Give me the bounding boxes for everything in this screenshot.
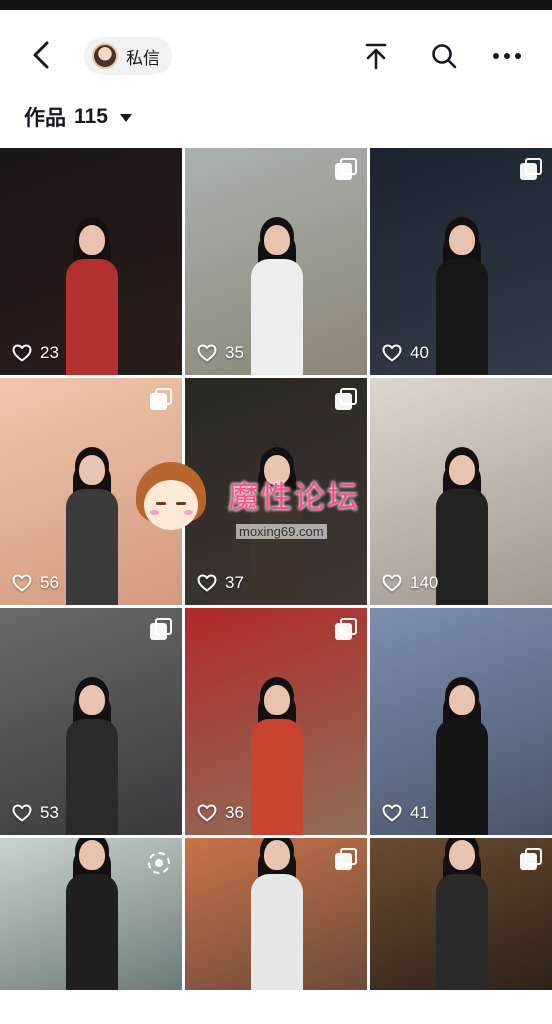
video-tile[interactable] [0,838,182,990]
video-tile[interactable]: 40 [370,148,552,375]
more-icon [493,53,521,59]
thumbnail-figure [60,685,122,835]
works-count: 115 [74,105,108,128]
heart-icon [197,804,217,822]
thumbnail-figure [245,840,307,990]
like-count: 36 [197,803,244,823]
heart-icon [382,344,402,362]
video-tile[interactable]: 23 [0,148,182,375]
video-grid: 23 35 40 56 37 140 53 36 41 [0,148,552,990]
like-count-value: 23 [40,343,59,362]
thumbnail-figure [430,225,492,375]
thumbnail-figure [245,685,307,835]
thumbnail-figure [60,225,122,375]
like-count: 37 [197,573,244,593]
back-button[interactable] [24,36,58,74]
multi-image-icon [335,618,357,640]
works-filter-dropdown[interactable]: 作品 115 [24,100,132,134]
multi-image-icon [520,158,542,180]
multi-image-icon [520,848,542,870]
like-count: 41 [382,803,429,823]
back-arrow-icon [33,41,49,69]
avatar [92,43,118,69]
status-bar [0,0,552,10]
like-count: 56 [12,573,59,593]
thumbnail-figure [245,455,307,605]
message-button[interactable]: 私信 [84,37,172,75]
like-count: 35 [197,343,244,363]
like-count-value: 40 [410,343,429,362]
thumbnail-figure [60,840,122,990]
like-count-value: 41 [410,803,429,822]
video-tile[interactable]: 36 [185,608,367,835]
more-button[interactable] [491,40,523,72]
thumbnail-figure [430,840,492,990]
video-tile[interactable]: 41 [370,608,552,835]
video-tile[interactable]: 35 [185,148,367,375]
video-tile[interactable] [370,838,552,990]
heart-icon [197,574,217,592]
like-count: 23 [12,343,59,363]
like-count-value: 56 [40,573,59,592]
multi-image-icon [150,388,172,410]
top-nav-bar: 私信 [0,10,552,100]
thumbnail-figure [430,685,492,835]
video-tile[interactable] [185,838,367,990]
multi-image-icon [335,848,357,870]
like-count: 40 [382,343,429,363]
live-photo-icon [148,852,170,874]
share-button[interactable] [360,40,392,72]
like-count-value: 37 [225,573,244,592]
video-tile[interactable]: 53 [0,608,182,835]
like-count-value: 53 [40,803,59,822]
heart-icon [382,574,402,592]
video-tile[interactable]: 140 [370,378,552,605]
heart-icon [12,574,32,592]
message-label: 私信 [126,48,160,69]
caret-down-icon [119,114,132,122]
like-count-value: 36 [225,803,244,822]
multi-image-icon [335,158,357,180]
search-icon [432,44,457,69]
video-tile[interactable]: 56 [0,378,182,605]
like-count-value: 140 [410,573,439,592]
heart-icon [382,804,402,822]
heart-icon [197,344,217,362]
heart-icon [12,344,32,362]
like-count: 140 [382,573,438,593]
multi-image-icon [335,388,357,410]
works-label: 作品 [24,106,66,130]
search-button[interactable] [428,40,460,72]
video-tile[interactable]: 37 [185,378,367,605]
thumbnail-figure [60,455,122,605]
heart-icon [12,804,32,822]
like-count: 53 [12,803,59,823]
thumbnail-figure [245,225,307,375]
thumbnail-figure [430,455,492,605]
like-count-value: 35 [225,343,244,362]
multi-image-icon [150,618,172,640]
share-icon [365,43,387,70]
